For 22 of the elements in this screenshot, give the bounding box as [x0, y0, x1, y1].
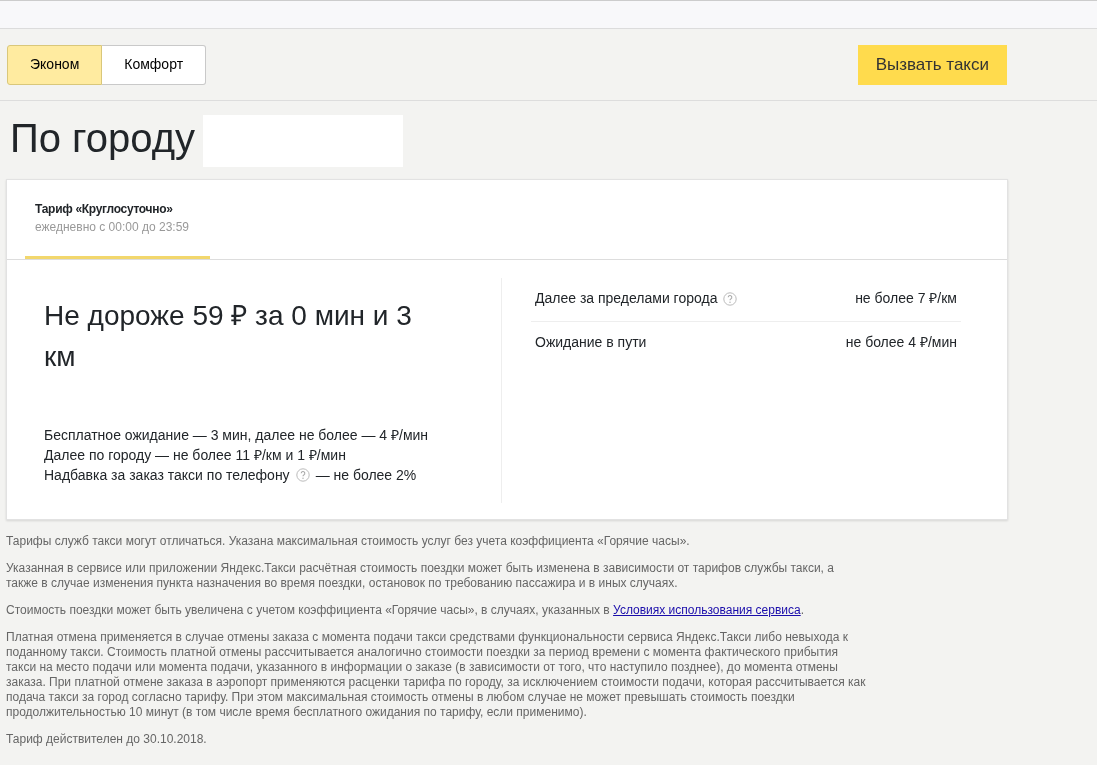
condition-text: Бесплатное ожидание — 3 мин, далее не более — 4 ₽/мин [44, 427, 429, 444]
note-paragraph: Стоимость поездки может быть увеличена с учетом коэффициента «Горячие часы», в случаях, указанных в Условиях использования сервиса. [6, 603, 806, 619]
price-heading: Не дороже 59 ₽ за 0 мин и 3 км [44, 299, 413, 375]
tariff-tab[interactable]: Тариф «Круглосуточно» ежедневно с 00:00 до 23:59 [25, 180, 210, 260]
note-paragraph: Платная отмена применяется в случае отмены заказа с момента подачи такси средствами функциональности сервиса Яндекс.Такси либо невыхода к поданному такси. Стоимость платной отмены рассчитывается аналогично стоимости поездки за период времени с момента фактического прибытия такси на место подачи или момента подачи, указанного в информации о заказе (в зависимости от того, что наступило позднее), до момента отмены заказа. При платной отмене заказа в аэропорт применяются расценки тарифа по городу, за исключением стоимости подачи, которая рассчитывается как подача такси за город согласно тарифу. При этом максимальная стоимость отмены в любом случае не может превышать стоимость поездки продолжительностью 10 минут (в том числе время бесплатного ожидания по тарифу, если применимо). [6, 630, 867, 721]
rate-label: Ожидание в пути [535, 333, 647, 353]
condition-text: — не более 2% [315, 467, 417, 484]
terms-link[interactable]: Условиях использования сервиса [613, 603, 801, 618]
rate-value: не более 7 ₽/км [855, 289, 957, 309]
page-heading: По городу [10, 116, 196, 160]
note-paragraph: Тарифы служб такси могут отличаться. Указана максимальная стоимость услуг без учета коэффициента «Горячие часы». [6, 534, 691, 550]
note-paragraph: Указанная в сервисе или приложении Яндекс.Такси расчётная стоимость поездки может быть изменена в зависимости от тарифов службы такси, а также в случае изменения пункта назначения во время поездки, остановок по требованию пассажира и в иных случаях. [6, 561, 835, 592]
tariff-tab[interactable]: Комфорт [102, 44, 207, 85]
condition-text: Надбавка за заказ такси по телефону [44, 467, 290, 484]
note-paragraph: Тариф действителен до 30.10.2018. [6, 732, 208, 748]
help-icon[interactable] [723, 291, 738, 306]
rate-label: Далее за пределами города [535, 289, 718, 309]
help-icon[interactable] [295, 468, 310, 483]
order-taxi-button[interactable]: Вызвать такси [857, 44, 1007, 85]
rate-value: не более 4 ₽/мин [845, 333, 957, 353]
condition-text: Далее по городу — не более 11 ₽/км и 1 ₽/мин [44, 447, 346, 464]
tariff-tab[interactable]: Эконом [7, 44, 103, 85]
